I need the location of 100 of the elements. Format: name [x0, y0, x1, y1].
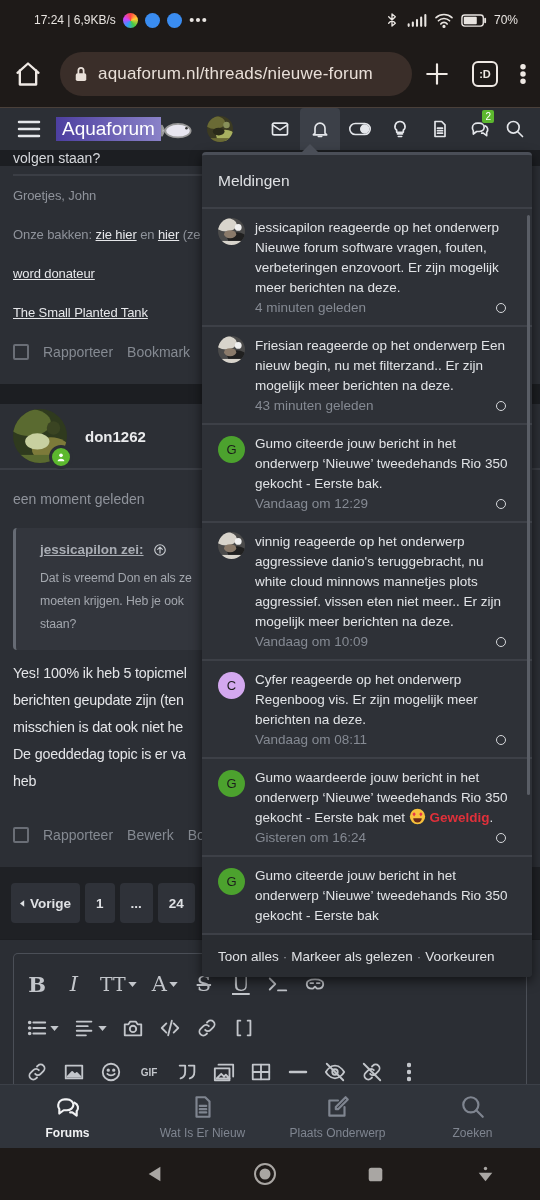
footer-link[interactable]: Toon alles	[218, 948, 279, 964]
alerts-button[interactable]	[300, 108, 340, 150]
action-link[interactable]: Rapporteer	[43, 827, 114, 843]
notification-time: Vandaag om 10:09	[255, 633, 369, 651]
text-size-button[interactable]: TT	[100, 973, 137, 995]
checkbox[interactable]	[13, 827, 29, 843]
unlink-button[interactable]	[361, 1061, 383, 1083]
link-icon	[196, 1017, 218, 1039]
app-icon	[122, 12, 138, 28]
notification-text[interactable]: vinnig reageerde op het onderwerp aggressieve danio's teruggebracht, nu white cloud minnows mannetjes plots aggressief. vissen eten niet meer.. Er zijn mogelijk meer berichten na deze.	[255, 532, 508, 632]
notification-time: Gisteren om 16:24	[255, 829, 367, 847]
notification-text[interactable]: Friesian reageerde op het onderwerp Een nieuw begin, nu met filterzand.. Er zijn mogelijk meer berichten na deze.	[255, 336, 508, 396]
message-text: misschien is dat ook niet he	[13, 718, 184, 737]
avatar[interactable]: G	[218, 770, 245, 797]
link[interactable]: zie hier	[95, 227, 137, 242]
caret-icon	[50, 1025, 59, 1031]
unlink-icon	[361, 1061, 383, 1083]
notification-time: 4 minuten geleden	[255, 299, 367, 317]
menu-icon	[17, 119, 41, 139]
notification-text[interactable]: Cyfer reageerde op het onderwerp Regenboog vis. Er zijn mogelijk meer berichten na deze.	[255, 670, 508, 730]
message-text: berichten geupdate zijn (ten	[13, 691, 184, 710]
link[interactable]: word donateur	[13, 266, 95, 281]
username[interactable]: don1262	[85, 427, 146, 445]
tab-switcher-button[interactable]: :D	[472, 60, 498, 87]
signature-text: Onze bakken: zie hier en hier (ze	[13, 227, 201, 242]
person-icon	[56, 452, 66, 462]
caret-icon	[98, 1025, 107, 1031]
link[interactable]: hier	[157, 227, 180, 242]
smilie-button[interactable]	[100, 1061, 122, 1083]
caret-icon	[168, 981, 178, 987]
link[interactable]: The Small Planted Tank	[13, 305, 148, 320]
bold-button[interactable]: B	[26, 971, 48, 997]
previous-page-button[interactable]: Vorige	[11, 883, 80, 923]
page-button[interactable]: 24	[157, 883, 195, 923]
avatar[interactable]: G	[218, 436, 245, 463]
notification-text[interactable]: jessicapilon reageerde op het onderwerp Nieuwe forum software vragen, fouten, verbeteringen enzovoort. Er zijn mogelijk meer berichten na deze.	[255, 218, 508, 298]
signal-icon	[406, 13, 427, 27]
eye-off-icon	[324, 1061, 346, 1083]
home-icon	[14, 59, 42, 88]
search-icon	[505, 119, 525, 139]
strikethrough-button[interactable]: S	[192, 972, 215, 996]
checkbox[interactable]	[13, 344, 29, 360]
home-button[interactable]	[14, 59, 42, 88]
code-icon	[159, 1017, 181, 1039]
horizontal-line-icon	[288, 1070, 308, 1074]
footer-link[interactable]: Markeer als gelezen	[291, 948, 413, 964]
quote-text: staan?	[40, 616, 77, 633]
hide-button[interactable]	[324, 1061, 346, 1083]
link-button[interactable]	[196, 1017, 218, 1039]
toggle-icon	[349, 122, 371, 136]
site-logo[interactable]: Aquaforum	[56, 117, 161, 141]
smiley-icon	[100, 1061, 122, 1083]
link-button[interactable]	[26, 1061, 48, 1083]
code-button[interactable]	[159, 1017, 181, 1039]
quote-text: moeten krijgen. Heb je ook	[40, 593, 184, 610]
table-button[interactable]	[250, 1061, 272, 1083]
more-icon	[407, 1062, 411, 1082]
address-bar[interactable]: aquaforum.nl/threads/nieuwe-forum	[60, 51, 412, 96]
menu-button[interactable]	[520, 62, 526, 85]
battery-icon	[460, 13, 487, 27]
message-text: heb	[13, 772, 37, 791]
scrollbar[interactable]	[527, 215, 530, 795]
unread-badge: 2	[482, 110, 494, 123]
action-link[interactable]: Bewerk	[127, 827, 174, 843]
text-color-button[interactable]: A	[151, 972, 178, 996]
message-text: Yes! 100% ik heb 5 topicmel	[13, 664, 187, 683]
notification-text[interactable]: Gumo waardeerde jouw bericht in het onderwerp ‘Nieuwe’ tweedehands Rio 350 gekocht - Eerste bak met Geweldig.	[255, 768, 508, 828]
heart-eyes-face-icon	[408, 808, 426, 825]
italic-button[interactable]: I	[63, 972, 85, 996]
gallery-icon	[213, 1061, 235, 1083]
caret-icon	[127, 981, 137, 987]
accessibility-icon	[476, 1165, 494, 1183]
avatar[interactable]: C	[218, 672, 245, 699]
new-tab-button[interactable]	[424, 60, 450, 87]
notification-time: Vandaag om 08:11	[255, 731, 368, 749]
caret-left-icon	[20, 899, 25, 907]
link-icon	[26, 1061, 48, 1083]
lock-icon	[74, 65, 88, 82]
panel-title: Meldingen	[218, 172, 290, 190]
plus-icon	[424, 60, 450, 87]
action-link[interactable]: Bookmark	[127, 344, 191, 360]
more-icon	[188, 17, 207, 23]
message-text: De goeddedag topic is er va	[13, 745, 186, 764]
quote-author-link[interactable]: jessicapilon zei:	[40, 542, 144, 557]
gallery-button[interactable]	[213, 1061, 235, 1083]
notification-text[interactable]: Gumo citeerde jouw bericht in het onderwerp ‘Nieuwe’ tweedehands Rio 350 gekocht - Eerste bak	[255, 866, 508, 926]
footer-link[interactable]: Voorkeuren	[425, 948, 495, 964]
nav-tab[interactable]: Forums	[0, 1085, 135, 1148]
notification-time: Vandaag om 12:29	[255, 495, 369, 513]
notification-text[interactable]: Gumo citeerde jouw bericht in het onderwerp ‘Nieuwe’ tweedehands Rio 350 gekocht - Eerste bak.	[255, 434, 508, 494]
action-link[interactable]: Rapporteer	[43, 344, 114, 360]
wifi-icon	[433, 12, 454, 28]
page-button[interactable]: ...	[119, 883, 153, 923]
gif-button[interactable]: GIF	[137, 1066, 161, 1078]
post-time: een moment geleden	[13, 491, 145, 507]
more-icon	[520, 62, 526, 85]
avatar[interactable]: G	[218, 868, 245, 895]
page-button[interactable]: 1	[85, 883, 115, 923]
separator: ·	[416, 948, 422, 964]
home-circle-icon	[253, 1162, 277, 1186]
